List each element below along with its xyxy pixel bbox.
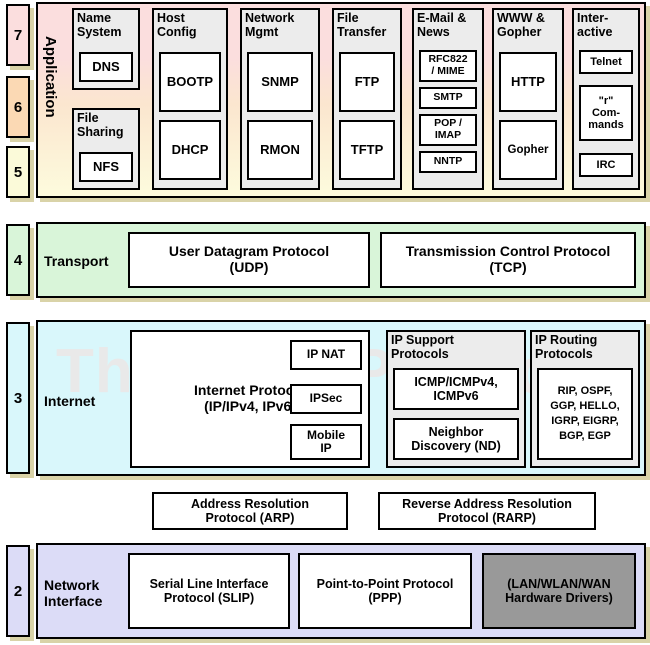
protocol-ipsec: IPSec [290,384,362,414]
layer-number-4: 4 [6,224,30,296]
protocol-tcp: Transmission Control Protocol (TCP) [380,232,636,288]
protocol-pop-imap: POP / IMAP [419,114,477,146]
protocol-nfs: NFS [79,152,133,182]
app-group-file-sharing-title: File Sharing [77,111,124,139]
app-group-name-system-title: Name System [77,11,122,39]
layer-number-7-label: 7 [13,26,23,44]
layer-number-2: 2 [6,545,30,637]
protocol-rarp: Reverse Address Resolution Protocol (RAR… [378,492,596,530]
protocol-http: HTTP [499,52,557,112]
protocol-irc: IRC [579,153,633,177]
protocol-dns: DNS [79,52,133,82]
protocol-gopher: Gopher [499,120,557,180]
protocol-hardware-drivers: (LAN/WLAN/WAN Hardware Drivers) [482,553,636,629]
internet-group-ip-support-title: IP Support Protocols [391,333,454,361]
protocol-slip: Serial Line Interface Protocol (SLIP) [128,553,290,629]
app-group-interactive-title: Inter- active [577,11,613,39]
layer-number-4-label: 4 [13,251,23,269]
protocol-neighbor-discovery: Neighbor Discovery (ND) [393,418,519,460]
protocol-dhcp: DHCP [159,120,221,180]
application-layer-label: Application [42,36,59,118]
protocol-mobile-ip: Mobile IP [290,424,362,460]
layer-number-3: 3 [6,322,30,474]
protocol-arp: Address Resolution Protocol (ARP) [152,492,348,530]
protocol-r-commands: "r" Com- mands [579,85,633,141]
layer-number-5: 5 [6,146,30,198]
internet-group-ip-routing-title: IP Routing Protocols [535,333,598,361]
layer-number-5-label: 5 [13,163,23,181]
internet-layer-label: Internet [44,392,96,409]
protocol-ip-nat: IP NAT [290,340,362,370]
protocol-telnet: Telnet [579,50,633,74]
app-group-www-gopher-title: WWW & Gopher [497,11,545,39]
protocol-tftp: TFTP [339,120,395,180]
layer-number-6: 6 [6,76,30,138]
app-group-host-config-title: Host Config [157,11,197,39]
protocol-ftp: FTP [339,52,395,112]
app-group-network-mgmt-title: Network Mgmt [245,11,295,39]
network-interface-layer-label: Network Interface [44,576,103,609]
app-group-file-transfer-title: File Transfer [337,11,387,39]
protocol-ppp: Point-to-Point Protocol (PPP) [298,553,472,629]
layer-number-7: 7 [6,4,30,66]
protocol-nntp: NNTP [419,151,477,173]
layer-number-6-label: 6 [13,98,23,116]
protocol-rmon: RMON [247,120,313,180]
layer-number-3-label: 3 [13,389,23,407]
tcpip-layer-diagram: 7 6 5 4 3 2 Application Name System DNS … [0,0,650,645]
protocol-snmp: SNMP [247,52,313,112]
app-group-email-news-title: E-Mail & News [417,11,467,39]
protocol-udp: User Datagram Protocol (UDP) [128,232,370,288]
protocol-smtp: SMTP [419,87,477,109]
protocol-bootp: BOOTP [159,52,221,112]
layer-number-2-label: 2 [13,582,23,600]
protocol-rfc822-mime: RFC822 / MIME [419,50,477,82]
protocol-routing-list: RIP, OSPF, GGP, HELLO, IGRP, EIGRP, BGP,… [537,368,633,460]
protocol-icmp: ICMP/ICMPv4, ICMPv6 [393,368,519,410]
transport-layer-label: Transport [44,252,109,269]
